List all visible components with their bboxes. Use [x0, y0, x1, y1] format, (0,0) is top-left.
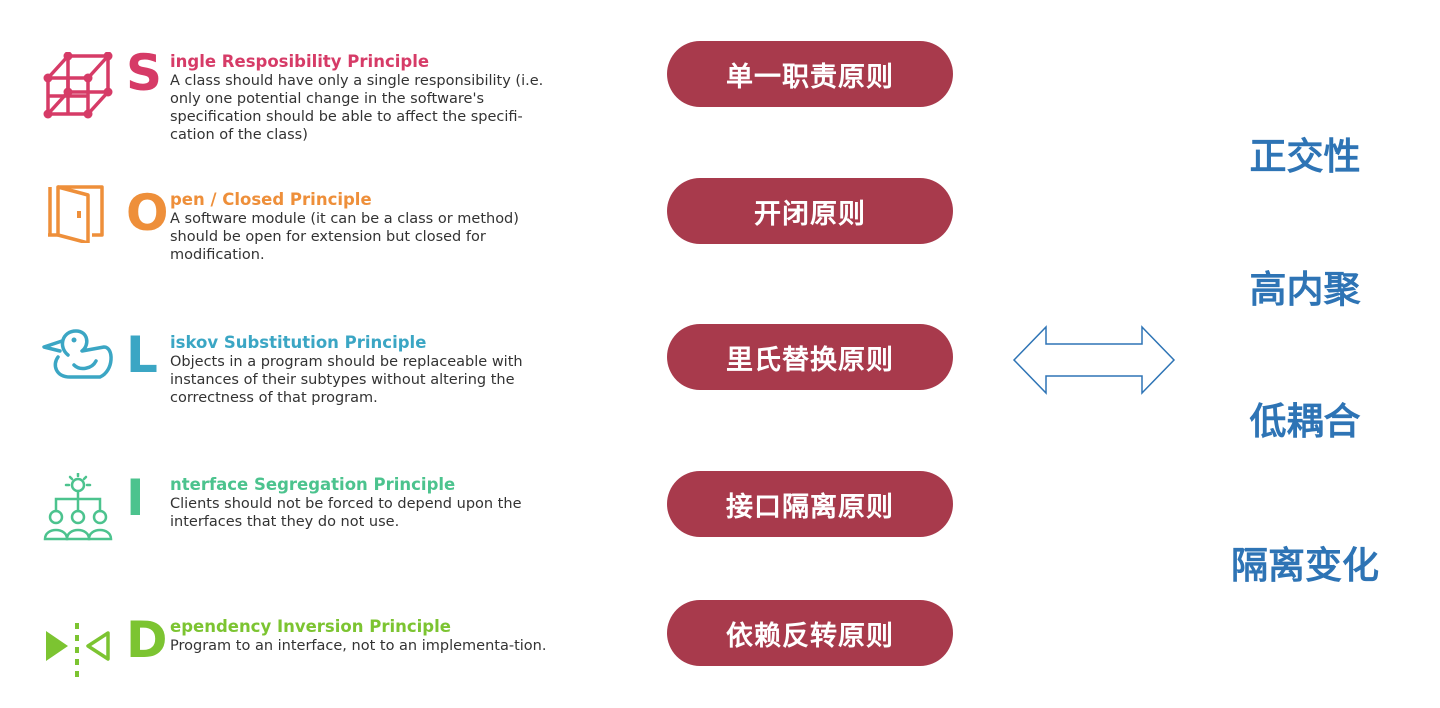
principle-letter: O	[126, 184, 169, 242]
property-isolate-change: 隔离变化	[1231, 544, 1379, 587]
people-idea-icon	[43, 473, 113, 541]
property-orthogonality: 正交性	[1249, 135, 1361, 178]
property-low-coupling: 低耦合	[1249, 400, 1361, 443]
principle-letter: S	[126, 44, 163, 102]
principle-description: Objects in a program should be replaceab…	[170, 354, 523, 406]
principle-title: iskov Substitution Principle	[170, 333, 427, 352]
principle-letter: D	[126, 611, 168, 669]
duck-icon	[42, 329, 113, 379]
principle-letter: L	[126, 326, 158, 384]
principle-description: Clients should not be forced to depend u…	[170, 496, 522, 530]
principle-title: pen / Closed Principle	[170, 190, 372, 209]
inversion-icon	[46, 623, 110, 677]
principle-title: ingle Resposibility Principle	[170, 52, 430, 71]
cube-icon	[43, 52, 113, 119]
principle-chinese-label-ocp: 开闭原则	[667, 178, 953, 244]
principle-chinese-label-lsp: 里氏替换原则	[667, 324, 953, 390]
principle-description: Program to an interface, not to an imple…	[170, 638, 547, 654]
door-icon	[48, 185, 104, 243]
property-high-cohesion: 高内聚	[1249, 268, 1361, 311]
principle-title: nterface Segregation Principle	[170, 475, 456, 494]
principle-chinese-label-dip: 依赖反转原则	[667, 600, 953, 666]
principle-letter: I	[126, 469, 145, 527]
principle-title: ependency Inversion Principle	[170, 617, 451, 636]
double-arrow-icon	[1012, 325, 1176, 395]
principle-description: A software module (it can be a class or …	[170, 211, 519, 263]
principle-description: A class should have only a single respon…	[170, 73, 544, 143]
principle-chinese-label-isp: 接口隔离原则	[667, 471, 953, 537]
principle-chinese-label-srp: 单一职责原则	[667, 41, 953, 107]
